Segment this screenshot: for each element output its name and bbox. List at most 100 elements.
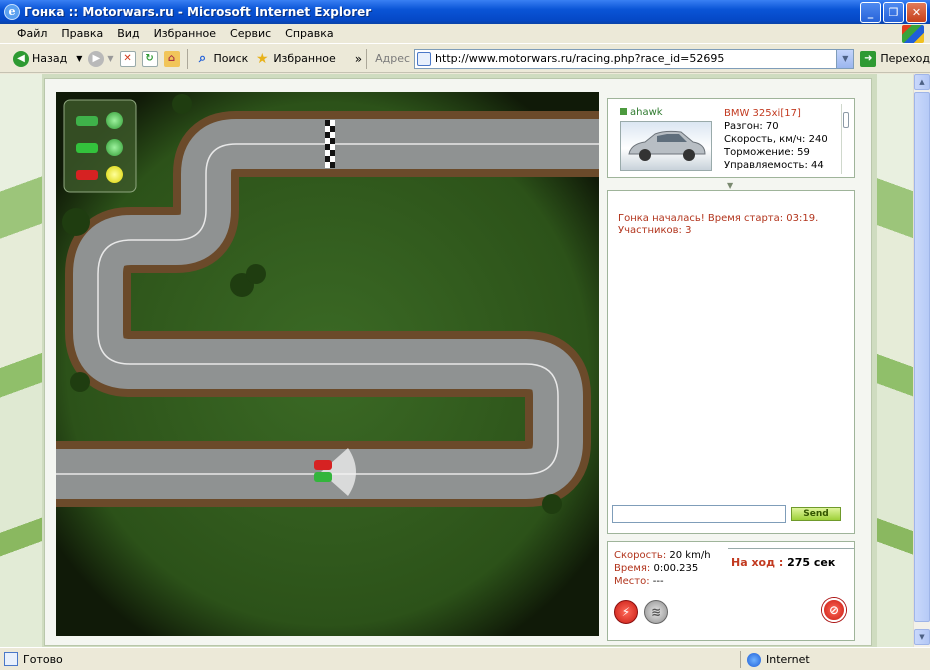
place-row: Место: ---	[614, 576, 664, 587]
stat-acceleration: Разгон: 70	[724, 121, 779, 132]
card-scroll-thumb[interactable]	[843, 112, 849, 128]
security-zone: Internet	[740, 651, 810, 668]
chat-panel: Гонка началась! Время старта: 03:19. Уча…	[607, 190, 855, 534]
speed-value: 20 km/h	[669, 550, 711, 561]
car-light-row-1	[76, 112, 126, 130]
window-titlebar: e Гонка :: Motorwars.ru - Microsoft Inte…	[0, 0, 930, 24]
menu-file[interactable]: Файл	[10, 27, 54, 40]
status-text: Готово	[23, 652, 63, 666]
place-value: ---	[652, 576, 664, 587]
menu-tools[interactable]: Сервис	[223, 27, 278, 40]
close-button[interactable]: ✕	[906, 2, 927, 23]
stat-speed: Скорость, км/ч: 240	[724, 134, 828, 145]
address-label: Адрес	[375, 52, 411, 65]
back-arrow-icon: ◀	[13, 50, 29, 67]
chat-message: Участников: 3	[618, 225, 692, 236]
menu-edit[interactable]: Правка	[54, 27, 110, 40]
car-icon	[76, 143, 98, 153]
menu-favorites[interactable]: Избранное	[147, 27, 223, 40]
back-button[interactable]: ◀ Назад ▼	[10, 47, 85, 71]
speed-label: Скорость:	[614, 550, 667, 561]
time-row: Время: 0:00.235	[614, 563, 698, 574]
home-icon: ⌂	[163, 50, 180, 67]
stop-button[interactable]: ✕	[117, 47, 139, 71]
page-scrollbar[interactable]: ▲ ▼	[913, 74, 930, 647]
go-label: Переход	[880, 52, 930, 65]
refresh-button[interactable]: ↻	[139, 47, 161, 71]
player-name-text: ahawk	[630, 107, 663, 118]
player-name[interactable]: ahawk	[620, 107, 663, 118]
car-image-icon	[628, 130, 706, 161]
page-done-icon	[4, 652, 18, 666]
minimize-button[interactable]: _	[860, 2, 881, 23]
chat-messages: Гонка началась! Время старта: 03:19. Уча…	[618, 213, 818, 237]
user-icon	[620, 108, 627, 115]
decorative-background-right	[877, 74, 913, 647]
back-dropdown-icon[interactable]: ▼	[76, 54, 82, 63]
race-track-map[interactable]	[56, 92, 599, 636]
car-info-card: ahawk BMW 325xi[17] Разгон: 70 Скорость,…	[607, 98, 855, 178]
turn-value: 275 сек	[787, 556, 836, 569]
toolbar-more-chevron[interactable]: »	[355, 52, 362, 66]
car-icon	[76, 170, 98, 180]
toolbar-separator	[366, 48, 368, 69]
search-label: Поиск	[213, 52, 249, 65]
nitro-button[interactable]: ⚡	[614, 600, 638, 624]
car-icon	[76, 116, 98, 126]
stat-braking: Торможение: 59	[724, 147, 810, 158]
go-button[interactable]: ➜ Переход	[860, 50, 930, 67]
time-label: Время:	[614, 563, 651, 574]
forward-arrow-icon: ▶	[88, 50, 105, 67]
status-bar: Готово Internet	[0, 647, 930, 670]
place-label: Место:	[614, 576, 650, 587]
time-value: 0:00.235	[653, 563, 699, 574]
globe-icon	[747, 652, 761, 667]
forward-dropdown-icon[interactable]: ▼	[107, 54, 113, 63]
race-status-panel: Скорость: 20 km/h Время: 0:00.235 Место:…	[607, 541, 855, 641]
traffic-light-yellow	[106, 166, 123, 183]
send-button[interactable]: Send	[791, 507, 841, 521]
menu-bar: Файл Правка Вид Избранное Сервис Справка	[0, 24, 930, 44]
menu-view[interactable]: Вид	[110, 27, 146, 40]
card-scrollbar[interactable]	[841, 104, 849, 174]
scroll-down-icon[interactable]: ▼	[914, 629, 930, 645]
address-dropdown-icon[interactable]: ▼	[836, 49, 854, 68]
quit-race-button[interactable]: ⊘	[822, 598, 846, 622]
stat-handling: Управляемость: 44	[724, 160, 824, 171]
window-title: Гонка :: Motorwars.ru - Microsoft Intern…	[24, 5, 372, 19]
car-stats: BMW 325xi[17] Разгон: 70 Скорость, км/ч:…	[724, 107, 828, 172]
scroll-thumb[interactable]	[914, 92, 930, 622]
toolbar: ◀ Назад ▼ ▶ ▼ ✕ ↻ ⌂ ⌕ Поиск ★ Избранное …	[0, 45, 930, 73]
maximize-button[interactable]: ❐	[883, 2, 904, 23]
address-value[interactable]: http://www.motorwars.ru/racing.php?race_…	[435, 52, 724, 65]
windows-logo-icon	[902, 25, 924, 43]
forward-button[interactable]: ▶ ▼	[85, 47, 116, 71]
chat-message: Гонка началась! Время старта: 03:19.	[618, 213, 819, 224]
favorites-label: Избранное	[273, 52, 336, 65]
race-track[interactable]	[56, 92, 599, 636]
menu-help[interactable]: Справка	[278, 27, 340, 40]
status-divider	[728, 548, 854, 549]
start-lights-panel	[70, 108, 130, 188]
address-field[interactable]: http://www.motorwars.ru/racing.php?race_…	[414, 48, 855, 69]
refresh-icon: ↻	[141, 50, 158, 67]
star-icon: ★	[256, 50, 269, 67]
car-light-row-2	[76, 139, 126, 157]
traffic-light-green	[106, 112, 123, 129]
collapse-arrow-icon[interactable]: ▼	[727, 181, 733, 190]
search-button[interactable]: ⌕ Поиск	[191, 47, 251, 71]
car-light-row-3	[76, 166, 126, 184]
traffic-light-green	[106, 139, 123, 156]
zone-label: Internet	[766, 653, 810, 666]
page-icon	[417, 51, 432, 66]
game-frame: ahawk BMW 325xi[17] Разгон: 70 Скорость,…	[44, 78, 872, 646]
turn-timer: На ход : 275 сек	[731, 556, 835, 569]
forbidden-icon: ⊘	[828, 603, 840, 617]
speed-row: Скорость: 20 km/h	[614, 550, 711, 561]
home-button[interactable]: ⌂	[161, 47, 183, 71]
horn-button[interactable]: ≋	[644, 600, 668, 624]
favorites-button[interactable]: ★ Избранное	[251, 47, 338, 71]
car-photo	[620, 121, 712, 171]
chat-input[interactable]	[612, 505, 786, 523]
scroll-up-icon[interactable]: ▲	[914, 74, 930, 90]
